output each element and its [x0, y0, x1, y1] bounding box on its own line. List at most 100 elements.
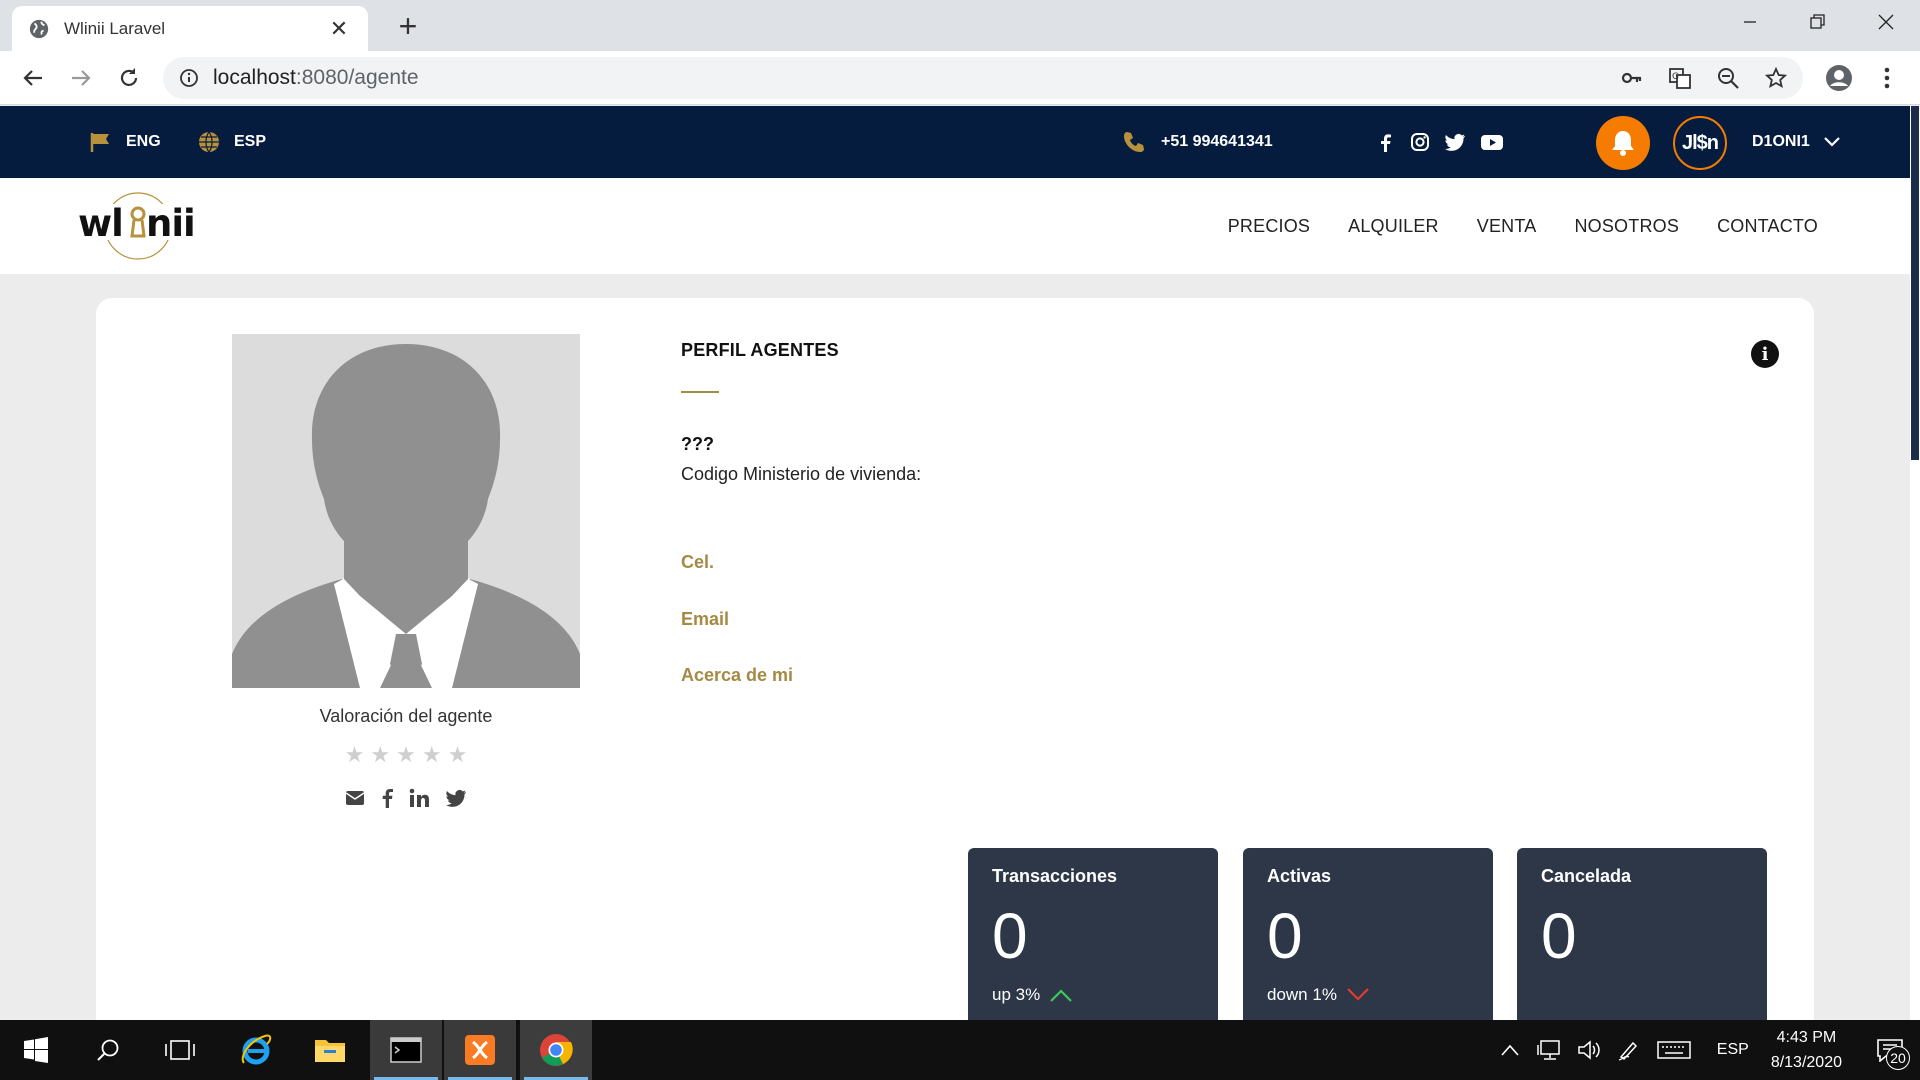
forward-button[interactable]	[64, 61, 98, 95]
account-circle-icon	[1826, 65, 1852, 91]
info-icon[interactable]: i	[1751, 340, 1779, 368]
tray-language[interactable]: ESP	[1717, 1041, 1749, 1059]
nav-alquiler[interactable]: ALQUILER	[1348, 216, 1439, 237]
phone-number: +51 994641341	[1161, 133, 1273, 150]
instagram-icon[interactable]	[1410, 132, 1430, 152]
ministry-code-label: Codigo Ministerio de vivienda:	[681, 464, 922, 484]
lang-esp-label: ESP	[234, 133, 267, 150]
address-bar[interactable]: localhost:8080/agente G	[163, 57, 1803, 99]
reload-button[interactable]	[112, 61, 146, 95]
user-avatar[interactable]: Jl$n	[1673, 116, 1727, 170]
nav-contacto[interactable]: CONTACTO	[1717, 216, 1818, 237]
stat-trend-text: up 3%	[992, 985, 1041, 1004]
arrow-right-icon	[72, 70, 91, 86]
system-tray: ESP 4:43 PM 8/13/2020 20	[1501, 1020, 1920, 1080]
twitter-icon[interactable]	[445, 788, 467, 808]
new-tab-button[interactable]: +	[390, 8, 426, 44]
clock[interactable]: 4:43 PM 8/13/2020	[1771, 1025, 1842, 1075]
back-button[interactable]	[16, 61, 50, 95]
zoom-out-icon[interactable]	[1717, 67, 1739, 89]
wlinii-logo[interactable]: wl nii	[76, 190, 200, 262]
email-label: Email	[681, 609, 730, 629]
stat-title: Cancelada	[1541, 866, 1632, 886]
agent-photo-placeholder	[232, 334, 580, 688]
task-view-button[interactable]	[144, 1020, 216, 1080]
file-explorer-button[interactable]	[294, 1020, 366, 1080]
chevron-up-icon[interactable]	[1501, 1044, 1519, 1056]
omnibox-actions: G	[1621, 57, 1787, 99]
action-center-button[interactable]: 20	[1868, 1028, 1912, 1072]
phone-contact[interactable]: +51 994641341	[1123, 106, 1273, 178]
key-icon[interactable]	[1621, 67, 1643, 89]
translate-icon[interactable]: G	[1669, 67, 1691, 89]
site-header: wl nii PRECIOS ALQUILER VENTA NOSOTROS C…	[0, 178, 1910, 274]
xampp-icon	[465, 1035, 495, 1065]
internet-explorer-icon	[241, 1034, 272, 1065]
svg-text:wl: wl	[78, 202, 123, 245]
star-icon[interactable]: ★	[448, 742, 468, 768]
nav-precios[interactable]: PRECIOS	[1228, 216, 1310, 237]
star-icon[interactable]: ★	[422, 742, 442, 768]
network-icon[interactable]	[1537, 1039, 1563, 1061]
minimize-button[interactable]	[1716, 0, 1784, 44]
svg-text:G: G	[1672, 72, 1679, 82]
username-label: D1ONI1	[1752, 133, 1810, 150]
envelope-icon[interactable]	[345, 790, 365, 806]
facebook-icon[interactable]	[381, 788, 393, 808]
search-icon	[97, 1039, 119, 1061]
chrome-button[interactable]	[520, 1020, 592, 1080]
notifications-button[interactable]	[1596, 116, 1650, 170]
browser-toolbar: localhost:8080/agente G	[0, 51, 1920, 105]
star-icon[interactable]: ★	[370, 742, 390, 768]
browser-tabstrip: Wlinii Laravel ✕ +	[0, 0, 1920, 51]
stat-title: Activas	[1267, 866, 1332, 886]
task-view-icon	[165, 1040, 195, 1060]
globe-lang-icon	[199, 131, 219, 153]
start-button[interactable]	[0, 1020, 72, 1080]
info-circle-icon	[180, 69, 198, 87]
youtube-icon[interactable]	[1480, 132, 1504, 152]
scrollbar-thumb[interactable]	[1911, 106, 1919, 460]
agent-social-links	[232, 788, 580, 808]
agent-rating-stars: ★ ★ ★ ★ ★	[232, 742, 580, 768]
close-window-button[interactable]	[1852, 0, 1920, 44]
about-label: Acerca de mi	[681, 665, 794, 685]
globe-icon	[29, 19, 49, 38]
user-menu-toggle[interactable]: D1ONI1	[1752, 106, 1840, 178]
agent-name: ???	[681, 434, 714, 454]
chevron-down-icon	[1347, 988, 1369, 1001]
twitter-icon[interactable]	[1444, 132, 1466, 152]
terminal-button[interactable]	[370, 1020, 442, 1080]
lang-eng-link[interactable]: ENG	[90, 106, 161, 178]
svg-text:nii: nii	[146, 202, 195, 245]
lang-esp-link[interactable]: ESP	[198, 106, 266, 178]
reload-icon	[120, 68, 138, 86]
browser-tab[interactable]: Wlinii Laravel ✕	[12, 6, 368, 51]
star-bookmark-icon[interactable]	[1765, 67, 1787, 89]
profile-button[interactable]	[1822, 61, 1856, 95]
page-scrollbar[interactable]	[1910, 106, 1920, 1020]
pen-icon[interactable]	[1617, 1039, 1643, 1061]
close-tab-icon[interactable]: ✕	[326, 16, 352, 42]
stat-value: 0	[992, 900, 1028, 972]
window-controls	[1716, 0, 1920, 44]
restore-button[interactable]	[1784, 0, 1852, 44]
star-icon[interactable]: ★	[396, 742, 416, 768]
nav-nosotros[interactable]: NOSOTROS	[1574, 216, 1679, 237]
star-icon[interactable]: ★	[345, 742, 365, 768]
keyboard-icon[interactable]	[1657, 1040, 1691, 1060]
windows-logo-icon	[24, 1037, 48, 1063]
xampp-button[interactable]	[444, 1020, 516, 1080]
volume-icon[interactable]	[1577, 1039, 1603, 1061]
notification-count: 20	[1886, 1046, 1910, 1070]
browser-menu-button[interactable]	[1870, 61, 1904, 95]
internet-explorer-button[interactable]	[220, 1020, 292, 1080]
site-topbar: ENG ESP +51 994641341 Jl$n D1ONI1	[0, 106, 1910, 178]
linkedin-icon[interactable]	[409, 788, 429, 808]
facebook-icon[interactable]	[1376, 132, 1396, 152]
cel-label: Cel.	[681, 552, 715, 572]
nav-venta[interactable]: VENTA	[1477, 216, 1537, 237]
stat-value: 0	[1541, 900, 1577, 972]
main-nav: PRECIOS ALQUILER VENTA NOSOTROS CONTACTO	[1228, 178, 1818, 274]
search-button[interactable]	[72, 1020, 144, 1080]
